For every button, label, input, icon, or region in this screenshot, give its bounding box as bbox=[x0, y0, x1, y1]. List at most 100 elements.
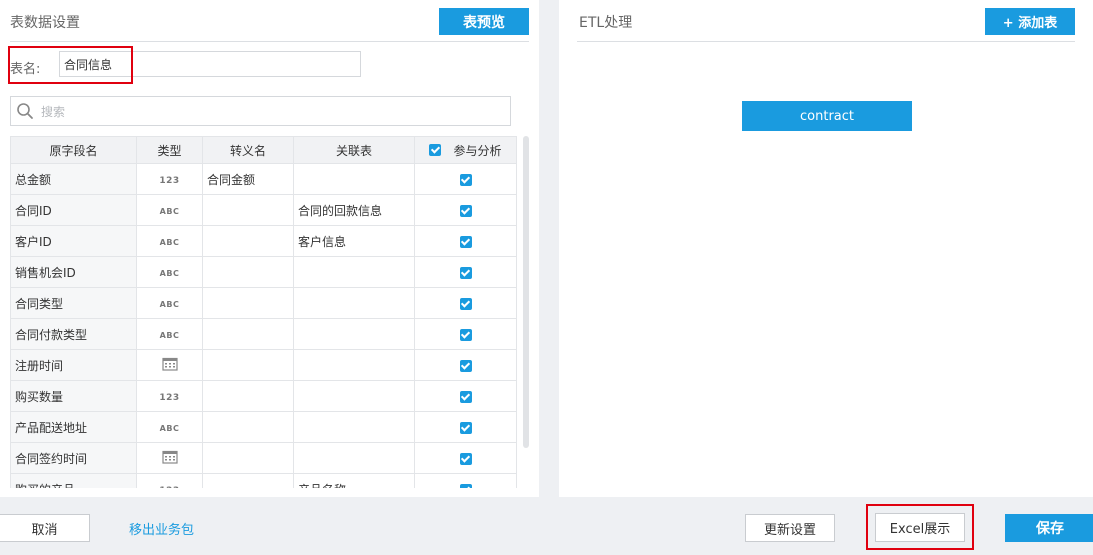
cell-original-field: 合同ID bbox=[10, 194, 137, 226]
cell-original-field: 注册时间 bbox=[10, 349, 137, 381]
cell-analysis bbox=[414, 442, 517, 474]
analysis-checkbox[interactable] bbox=[459, 173, 472, 186]
cell-analysis bbox=[414, 225, 517, 257]
etl-panel: ETL处理 + 添加表 contract bbox=[559, 0, 1093, 497]
cell-type bbox=[136, 442, 203, 474]
analysis-checkbox[interactable] bbox=[459, 235, 472, 248]
highlight-box-table-name bbox=[8, 46, 133, 84]
cell-alias[interactable] bbox=[202, 256, 294, 288]
cell-type: ABC bbox=[136, 318, 203, 350]
cell-related-table[interactable]: 客户信息 bbox=[293, 225, 415, 257]
cell-related-table[interactable]: 产品名称 bbox=[293, 473, 415, 488]
cell-analysis bbox=[414, 411, 517, 443]
analysis-checkbox[interactable] bbox=[459, 204, 472, 217]
date-type-icon bbox=[161, 450, 178, 467]
field-table: 原字段名 类型 转义名 关联表 参与分析 总金额 123 合同金额 合同ID ABC 合同… bbox=[10, 136, 517, 488]
cancel-button[interactable]: 取消 bbox=[0, 514, 90, 542]
analysis-checkbox[interactable] bbox=[459, 297, 472, 310]
cell-related-table[interactable] bbox=[293, 442, 415, 474]
cell-original-field: 合同付款类型 bbox=[10, 318, 137, 350]
cell-alias[interactable] bbox=[202, 194, 294, 226]
highlight-box-excel bbox=[866, 504, 974, 550]
save-button[interactable]: 保存 bbox=[1005, 514, 1093, 542]
cell-analysis bbox=[414, 380, 517, 412]
panel-title: ETL处理 bbox=[579, 15, 633, 31]
etl-table-node-contract[interactable]: contract bbox=[742, 101, 912, 131]
table-row: 销售机会ID ABC bbox=[10, 256, 517, 288]
cell-type: ABC bbox=[136, 256, 203, 288]
cell-type bbox=[136, 349, 203, 381]
cell-alias[interactable] bbox=[202, 380, 294, 412]
analysis-checkbox[interactable] bbox=[459, 266, 472, 279]
cell-original-field: 购买数量 bbox=[10, 380, 137, 412]
analysis-checkbox[interactable] bbox=[459, 452, 472, 465]
column-header-original-field: 原字段名 bbox=[10, 136, 137, 164]
text-type-icon: ABC bbox=[159, 207, 180, 216]
field-table-body: 总金额 123 合同金额 合同ID ABC 合同的回款信息 客户ID ABC 客户信息 销售机会I… bbox=[10, 163, 517, 488]
cell-related-table[interactable] bbox=[293, 256, 415, 288]
text-type-icon: ABC bbox=[159, 331, 180, 340]
cell-original-field: 销售机会ID bbox=[10, 256, 137, 288]
table-row: 合同签约时间 bbox=[10, 442, 517, 474]
column-header-related-table: 关联表 bbox=[293, 136, 415, 164]
text-type-icon: ABC bbox=[159, 300, 180, 309]
cell-alias[interactable] bbox=[202, 225, 294, 257]
cell-analysis bbox=[414, 473, 517, 488]
number-type-icon: 123 bbox=[159, 176, 180, 186]
cell-analysis bbox=[414, 256, 517, 288]
cell-related-table[interactable] bbox=[293, 163, 415, 195]
cell-original-field: 合同类型 bbox=[10, 287, 137, 319]
analysis-checkbox[interactable] bbox=[459, 483, 472, 488]
cell-related-table[interactable] bbox=[293, 380, 415, 412]
cell-type: ABC bbox=[136, 411, 203, 443]
cell-related-table[interactable] bbox=[293, 349, 415, 381]
cell-type: 123 bbox=[136, 380, 203, 412]
analysis-checkbox[interactable] bbox=[459, 421, 472, 434]
table-row: 合同类型 ABC bbox=[10, 287, 517, 319]
search-input[interactable] bbox=[41, 102, 441, 122]
panel-title: 表数据设置 bbox=[10, 15, 80, 31]
cell-related-table[interactable]: 合同的回款信息 bbox=[293, 194, 415, 226]
divider bbox=[10, 41, 529, 42]
field-table-container: 原字段名 类型 转义名 关联表 参与分析 总金额 123 合同金额 合同ID ABC 合同… bbox=[10, 136, 518, 488]
table-row: 合同ID ABC 合同的回款信息 bbox=[10, 194, 517, 226]
move-out-package-link[interactable]: 移出业务包 bbox=[129, 519, 194, 538]
cell-alias[interactable] bbox=[202, 473, 294, 488]
cell-original-field: 产品配送地址 bbox=[10, 411, 137, 443]
table-row: 注册时间 bbox=[10, 349, 517, 381]
cell-type: 123 bbox=[136, 163, 203, 195]
cell-original-field: 合同签约时间 bbox=[10, 442, 137, 474]
add-table-button[interactable]: + 添加表 bbox=[985, 8, 1075, 35]
column-header-type: 类型 bbox=[136, 136, 203, 164]
cell-alias[interactable] bbox=[202, 349, 294, 381]
cell-alias[interactable] bbox=[202, 411, 294, 443]
cell-related-table[interactable] bbox=[293, 287, 415, 319]
cell-analysis bbox=[414, 194, 517, 226]
table-row: 产品配送地址 ABC bbox=[10, 411, 517, 443]
analysis-checkbox[interactable] bbox=[459, 328, 472, 341]
cell-type: 123 bbox=[136, 473, 203, 488]
analysis-header-label: 参与分析 bbox=[453, 143, 502, 158]
cell-related-table[interactable] bbox=[293, 411, 415, 443]
update-settings-button[interactable]: 更新设置 bbox=[745, 514, 835, 542]
table-preview-button[interactable]: 表预览 bbox=[439, 8, 529, 35]
analysis-checkbox[interactable] bbox=[459, 390, 472, 403]
analysis-checkbox[interactable] bbox=[459, 359, 472, 372]
table-header-row: 原字段名 类型 转义名 关联表 参与分析 bbox=[10, 136, 517, 164]
select-all-checkbox[interactable] bbox=[429, 144, 442, 156]
cell-alias[interactable]: 合同金额 bbox=[202, 163, 294, 195]
text-type-icon: ABC bbox=[159, 238, 180, 247]
cell-related-table[interactable] bbox=[293, 318, 415, 350]
text-type-icon: ABC bbox=[159, 269, 180, 278]
table-row: 总金额 123 合同金额 bbox=[10, 163, 517, 195]
cell-alias[interactable] bbox=[202, 318, 294, 350]
number-type-icon: 123 bbox=[159, 486, 179, 488]
table-scrollbar[interactable] bbox=[523, 136, 529, 448]
field-search-box[interactable] bbox=[10, 96, 511, 126]
cell-type: ABC bbox=[136, 194, 203, 226]
column-header-alias: 转义名 bbox=[202, 136, 294, 164]
cell-alias[interactable] bbox=[202, 287, 294, 319]
cell-alias[interactable] bbox=[202, 442, 294, 474]
cell-analysis bbox=[414, 349, 517, 381]
divider bbox=[577, 41, 1075, 42]
